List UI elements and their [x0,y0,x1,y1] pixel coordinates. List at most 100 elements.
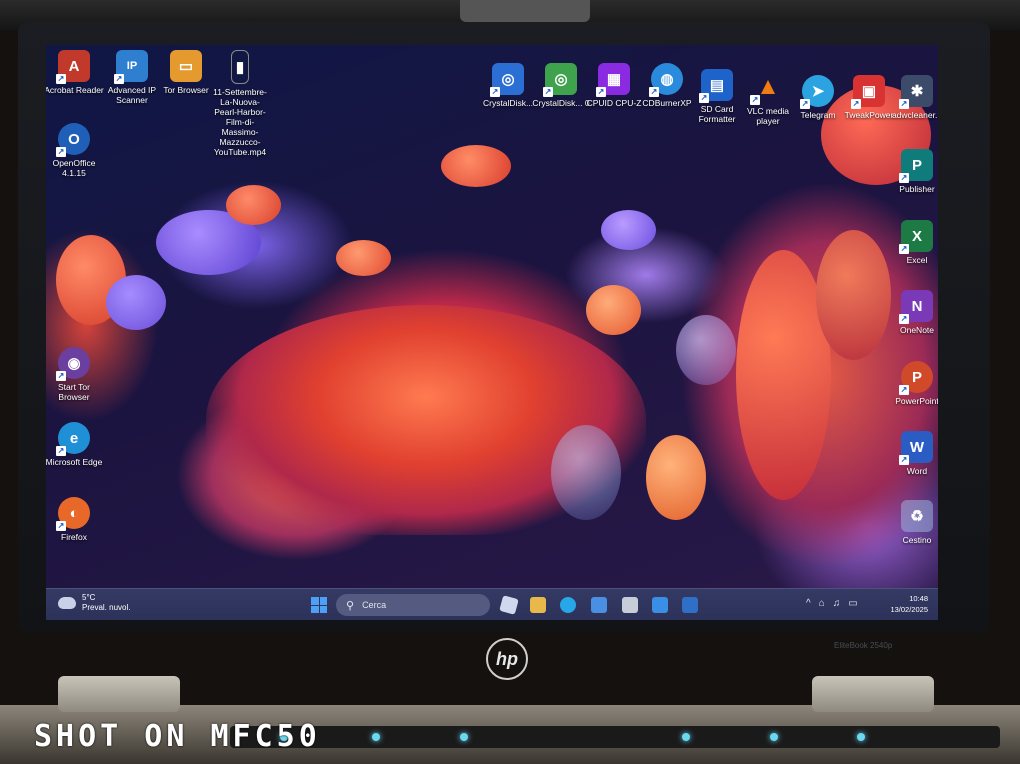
folder-icon: ▭ [170,50,202,82]
taskbar-search[interactable]: ⚲ Cerca [336,594,490,616]
icon-label: Start Tor Browser [58,382,90,402]
video-file-icon: ▮ [231,50,249,84]
desktop-icon-word[interactable]: W ↗ Word [888,431,938,476]
desktop-icon-firefox[interactable]: ◐ ↗ Firefox [46,497,104,542]
file-explorer-icon[interactable] [530,597,546,613]
icon-label: Excel [906,255,928,265]
icon-label: 11-Settembre-La-Nuova-Pearl-Harbor-Film-… [213,87,267,157]
icon-label: Cestino [902,535,932,545]
status-led [770,733,778,741]
icon-label: CPUID CPU-Z [586,98,642,108]
icon-label: adwcleaner... [891,110,938,120]
icon-label: CDBurnerXP [642,98,692,108]
windows-logo-pane [311,597,319,605]
desktop-icon-telegram[interactable]: ➤ ↗ Telegram [790,75,846,120]
excel-icon: X ↗ [899,220,933,254]
windows-logo-pane [311,605,319,613]
desktop-icon-openoffice[interactable]: O ↗ OpenOffice 4.1.15 [46,123,104,178]
telegram-icon: ➤ ↗ [800,75,834,109]
icon-label: Publisher [899,184,935,194]
icon-label: Tor Browser [163,85,209,95]
wallpaper-blob [226,185,281,225]
wireless-led [372,733,380,741]
right-hinge [812,676,934,712]
wallpaper-blob [551,425,621,520]
wallpaper-blob [441,145,511,187]
icon-label: CrystalDisk... [482,98,534,108]
desktop-icon-acrobat-reader[interactable]: A ↗ Acrobat Reader [46,50,104,95]
camera-watermark: SHOT ON MFC50 [34,719,321,754]
desktop-icon-excel[interactable]: X ↗ Excel [888,220,938,265]
left-hinge [58,676,180,712]
search-icon: ⚲ [346,599,355,612]
windows-logo-pane [319,605,327,613]
desktop-icon-crystaldiskinfo[interactable]: ◎ ↗ CrystalDisk... [479,63,537,108]
icon-label: Telegram [800,110,836,120]
wallpaper-blob [816,230,891,360]
desktop-screen: A ↗ Acrobat Reader IP ↗ Advanced IP Scanne… [46,45,938,620]
desktop-icon-start-tor-browser[interactable]: ◉ ↗ Start Tor Browser [46,347,104,402]
desktop-icon-cdburnerxp[interactable]: ◍ ↗ CDBurnerXP [639,63,695,108]
icon-label: Microsoft Edge [46,457,103,467]
edge-taskbar-icon[interactable] [560,597,576,613]
icon-label: SD Card Formatter [698,104,736,124]
battery-icon[interactable]: ▭ [848,598,857,609]
network-icon[interactable]: ⌂ [819,598,825,609]
icon-label: CrystalDisk... 0 [532,98,590,108]
windows-logo-pane [319,597,327,605]
start-button[interactable] [311,597,327,613]
desktop-icon-recycle-bin[interactable]: ♻ Cestino [888,500,938,545]
webcam-housing [460,0,590,22]
desktop-icon-advanced-ip-scanner[interactable]: IP ↗ Advanced IP Scanner [102,50,162,105]
volume-icon[interactable]: ♫ [833,598,841,609]
mail-icon[interactable] [591,597,607,613]
status-led [460,733,468,741]
weather-description: Preval. nuvol. [82,603,131,612]
icon-label: Advanced IP Scanner [107,85,157,105]
desktop-icon-vlc[interactable]: ▲ ↗ VLC media player [740,71,796,126]
store-icon[interactable] [652,597,668,613]
desktop-icon-crystaldiskmark[interactable]: ◎ ↗ CrystalDisk... 0 [532,63,590,108]
printer-icon[interactable] [622,597,638,613]
tor-icon: ◉ ↗ [56,347,90,381]
network-scanner-icon: IP ↗ [114,50,148,84]
desktop-icon-sd-card-formatter[interactable]: ▤ ↗ SD Card Formatter [689,69,745,124]
onenote-icon: N ↗ [899,290,933,324]
crystaldisk-mark-icon: ◎ ↗ [543,63,577,97]
show-hidden-icons-button[interactable]: ^ [806,598,811,609]
recycle-bin-icon: ♻ [901,500,933,532]
cdburner-icon: ◍ ↗ [649,63,683,97]
word-icon: W ↗ [899,431,933,465]
firefox-icon: ◐ ↗ [56,497,90,531]
copilot-icon[interactable] [499,595,519,615]
icon-label: OneNote [899,325,935,335]
desktop-icon-cpuz[interactable]: ▦ ↗ CPUID CPU-Z [586,63,642,108]
taskbar: 5°C Preval. nuvol. ⚲ Cerca ^ ⌂ ♫ ▭ 10:48… [46,588,938,620]
status-led [682,733,690,741]
tweakpower-icon: ▣ ↗ [851,75,885,109]
desktop-icon-adwcleaner[interactable]: ✱ ↗ adwcleaner... [889,75,938,120]
desktop-icon-onenote[interactable]: N ↗ OneNote [888,290,938,335]
weather-widget[interactable]: 5°C Preval. nuvol. [58,593,130,613]
icon-label: PowerPoint [895,396,938,406]
icon-label: Firefox [61,532,87,542]
desktop-icon-tor-browser-folder[interactable]: ▭ Tor Browser [156,50,216,95]
desktop-icon-microsoft-edge[interactable]: e ↗ Microsoft Edge [46,422,104,467]
edge-icon: e ↗ [56,422,90,456]
icon-label: Acrobat Reader [46,85,104,95]
crystaldisk-icon: ◎ ↗ [490,63,524,97]
wallpaper-blob [106,275,166,330]
clock-time: 10:48 [909,594,928,603]
icon-label: VLC media player [746,106,790,126]
vlc-icon: ▲ ↗ [750,73,780,105]
desktop-icon-publisher[interactable]: P ↗ Publisher [888,149,938,194]
adwcleaner-icon: ✱ ↗ [899,75,933,109]
photos-icon[interactable] [682,597,698,613]
powerpoint-icon: P ↗ [899,361,933,395]
desktop-icon-powerpoint[interactable]: P ↗ PowerPoint [888,361,938,406]
wallpaper-blob [676,315,736,385]
desktop-icon-video-file[interactable]: ▮ 11-Settembre-La-Nuova-Pearl-Harbor-Fil… [210,50,270,157]
laptop-model-label: EliteBook 2540p [834,641,893,650]
status-led [857,733,865,741]
taskbar-clock[interactable]: 10:48 13/02/2025 [882,593,928,615]
